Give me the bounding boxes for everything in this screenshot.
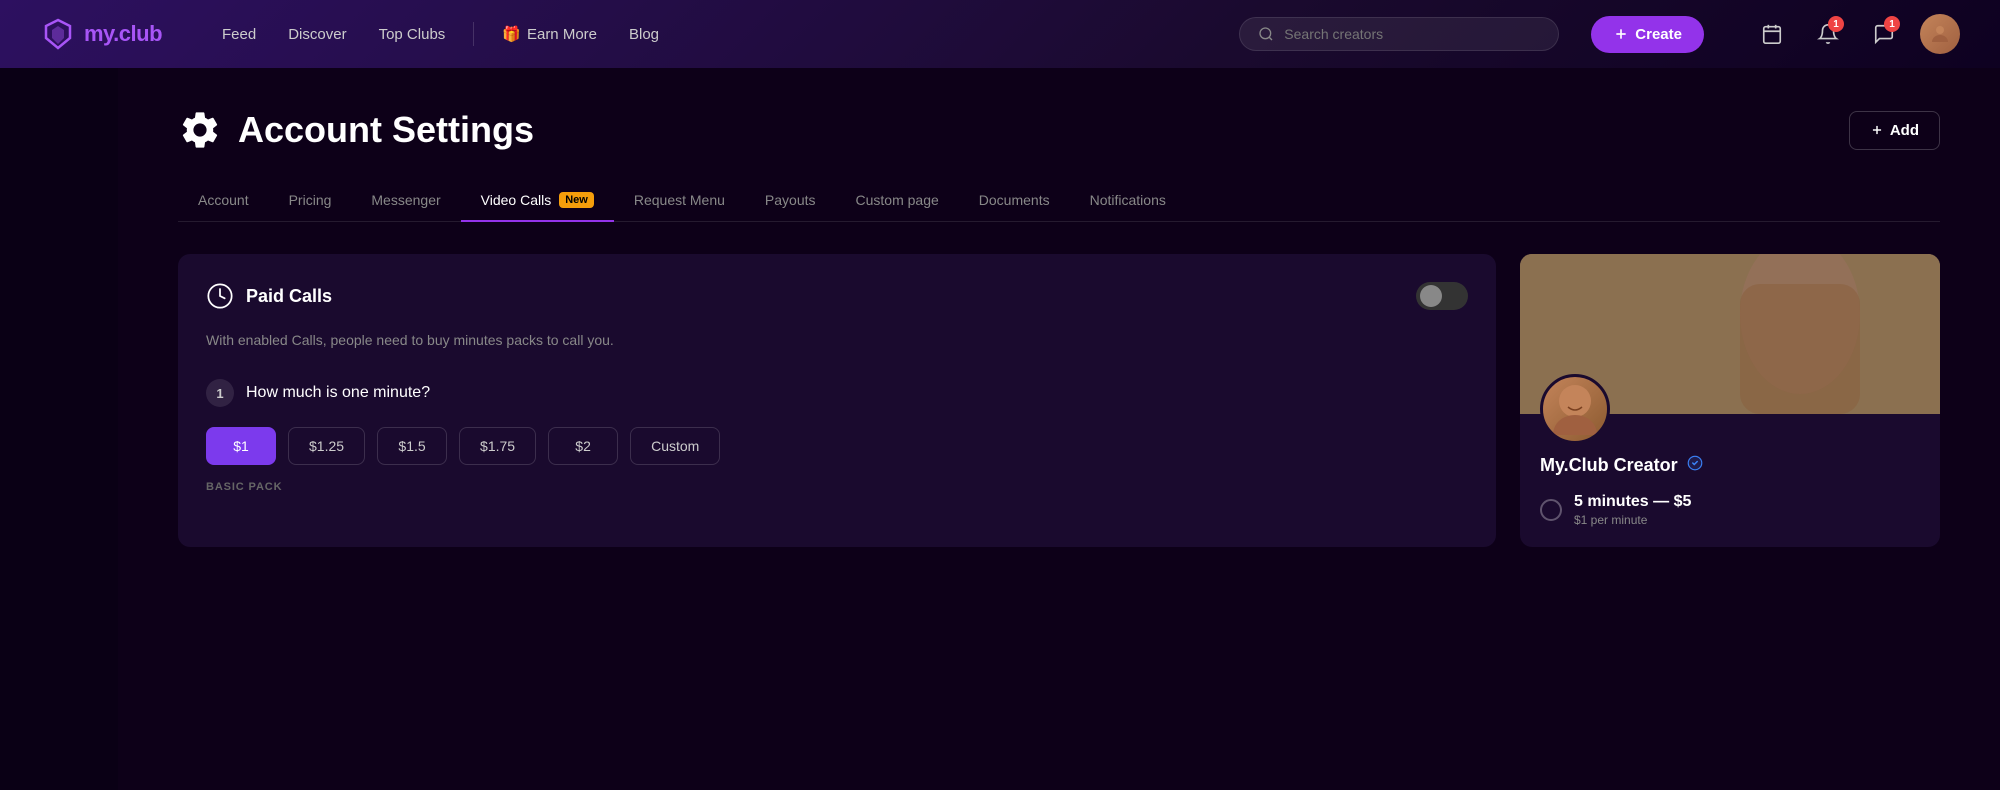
card-header: Paid Calls xyxy=(206,282,1468,310)
minutes-row: 5 minutes — $5 $1 per minute xyxy=(1540,493,1920,527)
page-title-row: Account Settings xyxy=(178,108,534,152)
nav-links: Feed Discover Top Clubs 🎁 Earn More Blog xyxy=(210,19,671,49)
logo-text: my.club xyxy=(84,21,162,47)
tab-request-menu[interactable]: Request Menu xyxy=(614,180,745,222)
creator-avatar xyxy=(1540,374,1610,444)
tab-pricing[interactable]: Pricing xyxy=(269,180,352,222)
question-row: 1 How much is one minute? xyxy=(206,379,1468,407)
search-input[interactable] xyxy=(1284,26,1540,42)
nav-discover[interactable]: Discover xyxy=(276,20,358,49)
messages-button[interactable]: 1 xyxy=(1864,14,1904,54)
toggle-track xyxy=(1416,282,1468,310)
left-sidebar xyxy=(0,68,118,790)
plus-icon xyxy=(1613,26,1629,42)
paid-calls-toggle[interactable] xyxy=(1416,282,1468,310)
price-option-125[interactable]: $1.25 xyxy=(288,427,365,465)
clock-icon xyxy=(206,282,234,310)
minutes-text: 5 minutes — $5 xyxy=(1574,493,1691,511)
page-title: Account Settings xyxy=(238,109,534,151)
card-description: With enabled Calls, people need to buy m… xyxy=(206,330,1468,351)
calendar-button[interactable] xyxy=(1752,14,1792,54)
question-text: How much is one minute? xyxy=(246,384,430,402)
creator-name: My.Club Creator xyxy=(1540,455,1678,476)
price-options: $1 $1.25 $1.5 $1.75 $2 Custom xyxy=(206,427,1468,465)
notifications-badge: 1 xyxy=(1828,16,1844,32)
page-header: Account Settings Add xyxy=(178,108,1940,152)
verified-icon xyxy=(1686,454,1704,477)
minutes-info: 5 minutes — $5 $1 per minute xyxy=(1574,493,1691,527)
preview-image xyxy=(1520,254,1940,414)
toggle-thumb xyxy=(1420,285,1442,307)
tab-notifications[interactable]: Notifications xyxy=(1070,180,1186,222)
tab-custom-page[interactable]: Custom page xyxy=(836,180,959,222)
content-grid: Paid Calls With enabled Calls, people ne… xyxy=(178,254,1940,547)
price-option-2[interactable]: $2 xyxy=(548,427,618,465)
nav-divider xyxy=(473,22,474,46)
tab-messenger[interactable]: Messenger xyxy=(351,180,460,222)
question-number: 1 xyxy=(206,379,234,407)
card-title: Paid Calls xyxy=(246,286,332,307)
tab-video-calls[interactable]: Video Calls New xyxy=(461,180,614,222)
messages-badge: 1 xyxy=(1884,16,1900,32)
tab-payouts[interactable]: Payouts xyxy=(745,180,836,222)
avatar-person-icon xyxy=(1928,22,1952,46)
search-bar[interactable] xyxy=(1239,17,1559,51)
notifications-button[interactable]: 1 xyxy=(1808,14,1848,54)
gear-icon xyxy=(178,108,222,152)
basic-pack-label: BASIC PACK xyxy=(206,481,1468,493)
tab-new-badge: New xyxy=(559,192,594,208)
minutes-sub: $1 per minute xyxy=(1574,513,1691,527)
add-button[interactable]: Add xyxy=(1849,111,1940,150)
plus-icon-add xyxy=(1870,123,1884,137)
user-avatar[interactable] xyxy=(1920,14,1960,54)
price-option-1[interactable]: $1 xyxy=(206,427,276,465)
nav-actions: 1 1 xyxy=(1752,14,1960,54)
create-button[interactable]: Create xyxy=(1591,16,1704,53)
nav-top-clubs[interactable]: Top Clubs xyxy=(367,20,458,49)
calendar-icon xyxy=(1761,23,1783,45)
nav-earn-more[interactable]: 🎁 Earn More xyxy=(490,19,609,49)
card-title-row: Paid Calls xyxy=(206,282,332,310)
search-icon xyxy=(1258,26,1274,42)
price-option-175[interactable]: $1.75 xyxy=(459,427,536,465)
gift-icon: 🎁 xyxy=(502,25,521,43)
main-content: Account Settings Add Account Pricing Mes… xyxy=(118,68,2000,790)
tabs: Account Pricing Messenger Video Calls Ne… xyxy=(178,180,1940,222)
tab-account[interactable]: Account xyxy=(178,180,269,222)
price-option-15[interactable]: $1.5 xyxy=(377,427,447,465)
navbar: my.club Feed Discover Top Clubs 🎁 Earn M… xyxy=(0,0,2000,68)
tab-documents[interactable]: Documents xyxy=(959,180,1070,222)
nav-blog[interactable]: Blog xyxy=(617,20,671,49)
creator-preview-card: My.Club Creator 5 minutes — $5 $1 per mi… xyxy=(1520,254,1940,547)
price-option-custom[interactable]: Custom xyxy=(630,427,720,465)
avatar-face-icon xyxy=(1545,379,1605,439)
minutes-radio[interactable] xyxy=(1540,499,1562,521)
nav-feed[interactable]: Feed xyxy=(210,20,268,49)
logo[interactable]: my.club xyxy=(40,16,162,52)
paid-calls-card: Paid Calls With enabled Calls, people ne… xyxy=(178,254,1496,547)
creator-name-row: My.Club Creator xyxy=(1540,454,1920,477)
